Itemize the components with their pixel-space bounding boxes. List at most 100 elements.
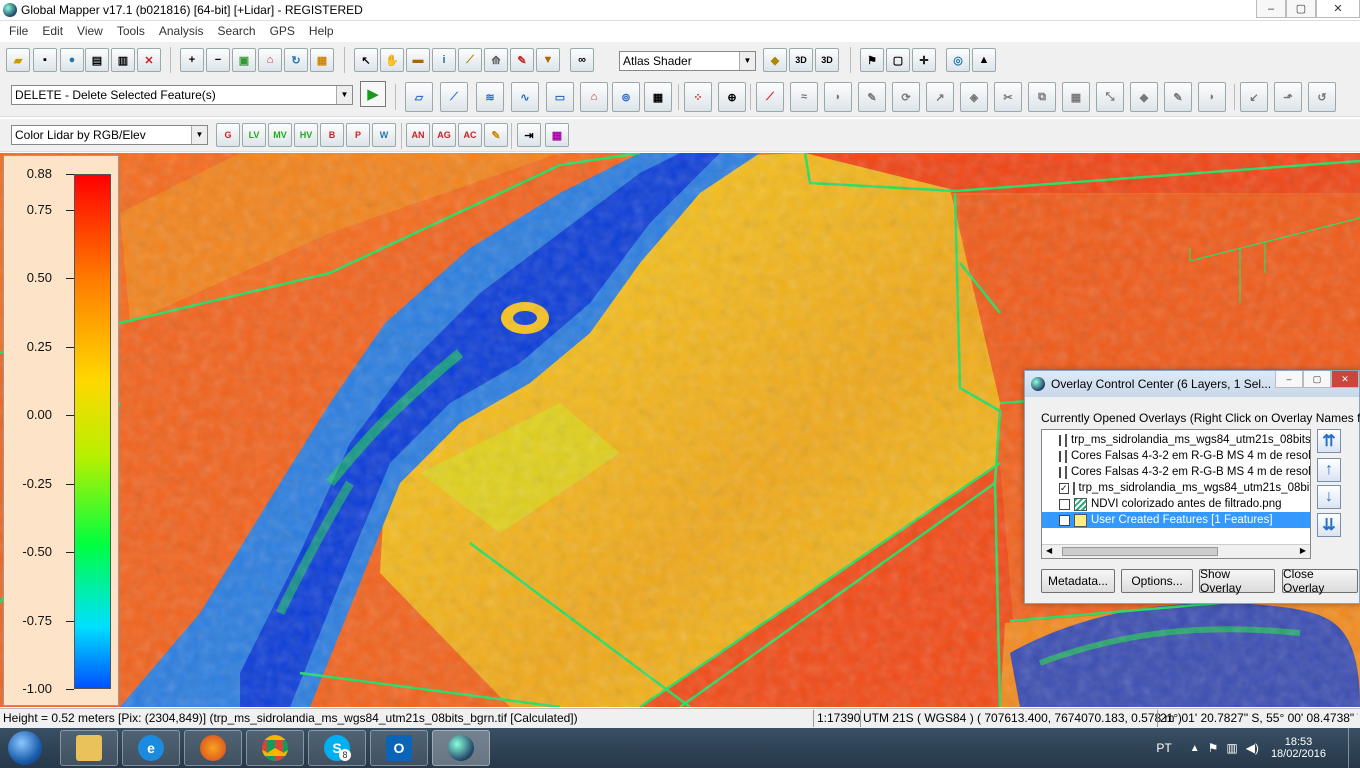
overlay-checkbox[interactable] xyxy=(1059,434,1061,446)
overlay-row-selected[interactable]: User Created Features [1 Features] xyxy=(1042,512,1310,528)
overlay-checkbox[interactable] xyxy=(1059,514,1070,526)
language-indicator[interactable]: PT xyxy=(1156,741,1171,755)
cut-icon[interactable]: ✂ xyxy=(994,82,1022,112)
buffer-icon[interactable]: ▦ xyxy=(1062,82,1090,112)
zoom-in-icon[interactable]: + xyxy=(180,48,204,72)
dialog-maximize-button[interactable]: ▢ xyxy=(1303,371,1331,388)
analysis-ac-icon[interactable]: AC xyxy=(458,123,482,147)
clock[interactable]: 18:53 18/02/2016 xyxy=(1271,736,1326,760)
tools-icon[interactable]: ✕ xyxy=(137,48,161,72)
overlay-checkbox[interactable] xyxy=(1059,498,1070,510)
taskbar-internet-explorer[interactable]: e xyxy=(122,730,180,766)
3d-fly-icon[interactable]: 3D xyxy=(815,48,839,72)
volume-icon[interactable]: ◀) xyxy=(1246,741,1259,755)
draw-icon[interactable]: ✎ xyxy=(510,48,534,72)
create-contour-icon[interactable]: ≋ xyxy=(476,82,504,112)
rings-icon[interactable]: ⊚ xyxy=(612,82,640,112)
layers-icon[interactable]: ▥ xyxy=(111,48,135,72)
globe-icon[interactable]: ● xyxy=(60,48,84,72)
taskbar-outlook[interactable]: O xyxy=(370,730,428,766)
overlay-checkbox[interactable] xyxy=(1059,450,1061,462)
minimize-button[interactable]: – xyxy=(1256,0,1286,18)
dialog-minimize-button[interactable]: – xyxy=(1275,371,1303,388)
lidar-med-veg-icon[interactable]: MV xyxy=(268,123,292,147)
start-button[interactable] xyxy=(8,731,42,765)
create-spline-icon[interactable]: ∿ xyxy=(511,82,539,112)
menu-search[interactable]: Search xyxy=(211,24,263,38)
lidar-arrow-icon[interactable]: ⇥ xyxy=(517,123,541,147)
lidar-water-icon[interactable]: W xyxy=(372,123,396,147)
simplify-icon[interactable]: ⤡ xyxy=(1096,82,1124,112)
overlay-row[interactable]: Cores Falsas 4-3-2 em R-G-B MS 4 m de re… xyxy=(1042,448,1310,464)
lidar-building-icon[interactable]: B xyxy=(320,123,344,147)
lidar-ground-icon[interactable]: G xyxy=(216,123,240,147)
grid-icon[interactable]: ▦ xyxy=(310,48,334,72)
funnel-icon[interactable]: ▼ xyxy=(536,48,560,72)
overlay-checkbox[interactable] xyxy=(1059,466,1061,478)
move-top-button[interactable]: ⇈ xyxy=(1317,429,1341,453)
taskbar-firefox[interactable] xyxy=(184,730,242,766)
up-arrow-icon[interactable]: ⬏ xyxy=(1274,82,1302,112)
move-down-button[interactable]: ↓ xyxy=(1317,485,1341,509)
cursor-cross-icon[interactable]: ✛ xyxy=(912,48,936,72)
merge-icon[interactable]: ⧉ xyxy=(1028,82,1056,112)
reshape-icon[interactable]: ↗ xyxy=(926,82,954,112)
menu-analysis[interactable]: Analysis xyxy=(152,24,211,38)
move-up-button[interactable]: ↑ xyxy=(1317,458,1341,482)
overlay-row[interactable]: trp_ms_sidrolandia_ms_wgs84_utm21s_08bit… xyxy=(1042,432,1310,448)
zoom-out-icon[interactable]: − xyxy=(206,48,230,72)
action-center-icon[interactable]: ⚑ xyxy=(1208,741,1219,755)
taskbar-file-explorer[interactable] xyxy=(60,730,118,766)
analysis-an-icon[interactable]: AN xyxy=(406,123,430,147)
network-icon[interactable]: ▥ xyxy=(1226,741,1237,755)
taskbar-chrome[interactable] xyxy=(246,730,304,766)
combine-icon[interactable]: ◈ xyxy=(960,82,988,112)
overlay-checkbox-checked[interactable]: ✓ xyxy=(1059,482,1069,494)
menu-help[interactable]: Help xyxy=(302,24,341,38)
open-folder-icon[interactable]: ▰ xyxy=(6,48,30,72)
create-area-icon[interactable]: ▱ xyxy=(405,82,433,112)
lidar-high-veg-icon[interactable]: HV xyxy=(294,123,318,147)
shader-options-icon[interactable]: ◆ xyxy=(763,48,787,72)
select-tool-icon[interactable]: ↖ xyxy=(354,48,378,72)
horizontal-scrollbar[interactable]: ◀ ▶ xyxy=(1042,544,1310,558)
smooth-icon[interactable]: ◆ xyxy=(1130,82,1158,112)
refresh-icon[interactable]: ↻ xyxy=(284,48,308,72)
options-button[interactable]: Options... xyxy=(1121,569,1193,593)
grid-feature-icon[interactable]: ▦ xyxy=(644,82,672,112)
lidar-color-select[interactable]: Color Lidar by RGB/Elev ▼ xyxy=(11,125,208,145)
lidar-grid-icon[interactable]: ▦ xyxy=(545,123,569,147)
gps-target-icon[interactable]: ◎ xyxy=(946,48,970,72)
close-button[interactable]: ✕ xyxy=(1316,0,1360,18)
tray-expand-icon[interactable]: ▲ xyxy=(1190,743,1200,754)
home-icon[interactable]: ⌂ xyxy=(258,48,282,72)
digitizer-tool-select[interactable]: DELETE - Delete Selected Feature(s) ▼ xyxy=(11,85,353,105)
measure-icon[interactable]: ▬ xyxy=(406,48,430,72)
crop-icon[interactable]: ✎ xyxy=(1164,82,1192,112)
print-icon[interactable]: ▤ xyxy=(85,48,109,72)
overlay-row[interactable]: ✓ trp_ms_sidrolandia_ms_wgs84_utm21s_08bi… xyxy=(1042,480,1310,496)
zoom-extent-icon[interactable]: ▣ xyxy=(232,48,256,72)
code-feature-icon[interactable]: ⌂ xyxy=(580,82,608,112)
snap-icon[interactable]: ✎ xyxy=(858,82,886,112)
menu-file[interactable]: File xyxy=(2,24,35,38)
show-overlay-button[interactable]: Show Overlay xyxy=(1199,567,1275,595)
redo-arrow-icon[interactable]: ↺ xyxy=(1308,82,1336,112)
lidar-low-veg-icon[interactable]: LV xyxy=(242,123,266,147)
info-icon[interactable]: i xyxy=(432,48,456,72)
binoculars-icon[interactable]: ∞ xyxy=(570,48,594,72)
create-line-icon[interactable]: ⟋ xyxy=(440,82,468,112)
lidar-edit-icon[interactable]: ✎ xyxy=(484,123,508,147)
maximize-button[interactable]: ▢ xyxy=(1286,0,1316,18)
taskbar-skype[interactable]: S8 xyxy=(308,730,366,766)
split-line-icon[interactable]: ≈ xyxy=(790,82,818,112)
path-profile-icon[interactable]: ⟋ xyxy=(458,48,482,72)
metadata-button[interactable]: Metadata... xyxy=(1041,569,1115,593)
edit-area-icon[interactable]: ◗ xyxy=(824,82,852,112)
move-vertex-icon[interactable]: ⁘ xyxy=(684,82,712,112)
taskbar-global-mapper[interactable] xyxy=(432,730,490,766)
fill-icon[interactable]: ◗ xyxy=(1198,82,1226,112)
menu-view[interactable]: View xyxy=(70,24,110,38)
move-bottom-button[interactable]: ⇊ xyxy=(1317,513,1341,537)
apply-tool-button[interactable]: ▶ xyxy=(360,81,386,107)
